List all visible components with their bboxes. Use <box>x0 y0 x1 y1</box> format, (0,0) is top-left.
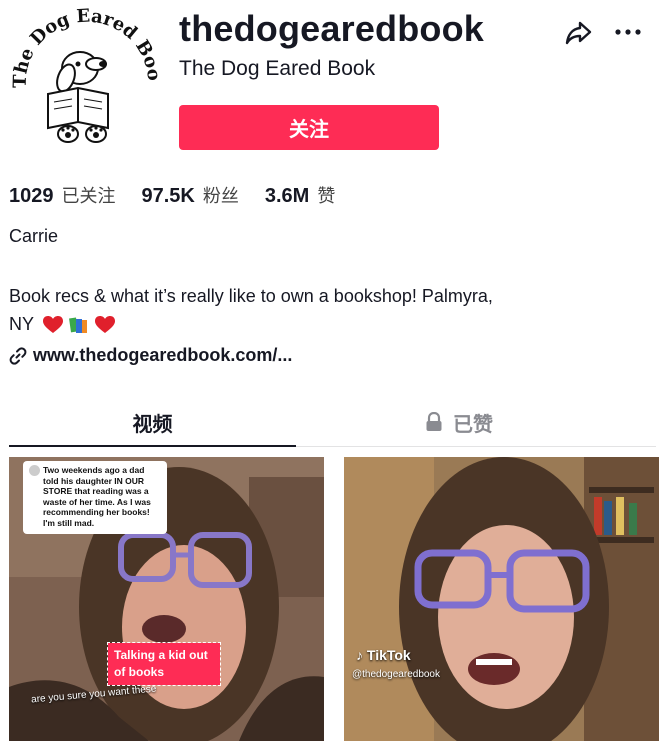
avatar[interactable]: The Dog Eared Book <box>8 6 162 154</box>
tiktok-note-icon: ♪ <box>356 647 363 663</box>
tiktok-watermark-text: TikTok <box>366 647 411 663</box>
tab-videos-label: 视频 <box>132 411 173 436</box>
share-icon[interactable] <box>563 16 595 48</box>
red-heart-icon <box>42 316 63 334</box>
tab-liked[interactable]: 已赞 <box>309 400 609 444</box>
comment-text: Two weekends ago a dad told his daughter… <box>43 465 151 528</box>
video-frame-image <box>344 457 659 741</box>
nickname: The Dog Eared Book <box>179 57 376 80</box>
active-tab-indicator <box>9 445 296 447</box>
commenter-avatar <box>29 465 40 476</box>
likes-count: 3.6M <box>264 185 310 207</box>
followers-label: 粉丝 <box>202 186 239 207</box>
bio-link[interactable]: www.thedogearedbook.com/... <box>9 345 292 366</box>
tiktok-watermark-handle: @thedogearedbook <box>352 669 440 680</box>
dog-eared-book-logo: The Dog Eared Book <box>8 6 162 143</box>
more-options-icon[interactable] <box>612 16 644 48</box>
follow-button[interactable]: 关注 <box>179 105 439 150</box>
tiktok-watermark: ♪ TikTok <box>356 647 411 663</box>
likes-label: 赞 <box>317 186 336 207</box>
username: thedogearedbook <box>179 8 485 49</box>
link-icon <box>9 346 27 365</box>
text-sticker: Talking a kid out of books <box>107 642 221 686</box>
bio-line-2-row: NY <box>9 310 609 338</box>
followers-stat[interactable]: 97.5K 粉丝 <box>142 182 239 208</box>
following-stat[interactable]: 1029 已关注 <box>9 182 116 208</box>
books-icon <box>68 317 87 334</box>
following-count: 1029 <box>9 185 54 207</box>
bio-line-1: Book recs & what it’s really like to own… <box>9 286 493 306</box>
likes-stat: 3.6M 赞 <box>265 182 335 208</box>
profile-stats: 1029 已关注 97.5K 粉丝 3.6M 赞 <box>9 182 361 208</box>
bio-line-2: NY <box>9 314 34 334</box>
bio-link-text: www.thedogearedbook.com/... <box>33 345 293 365</box>
red-heart-icon <box>94 316 115 334</box>
tab-liked-label: 已赞 <box>453 411 493 436</box>
video-thumbnail[interactable]: ♪ TikTok @thedogearedbook <box>344 457 659 741</box>
following-label: 已关注 <box>61 186 116 207</box>
comment-reply-bubble: Two weekends ago a dad told his daughter… <box>23 461 167 534</box>
tab-videos[interactable]: 视频 <box>9 400 296 444</box>
video-thumbnail[interactable]: Two weekends ago a dad told his daughter… <box>9 457 324 741</box>
lock-icon <box>426 412 442 431</box>
profile-tabs: 视频 已赞 <box>9 400 656 447</box>
bio-name: Carrie <box>9 226 59 246</box>
followers-count: 97.5K <box>141 185 195 207</box>
bio-text: Book recs & what it’s really like to own… <box>9 282 609 338</box>
